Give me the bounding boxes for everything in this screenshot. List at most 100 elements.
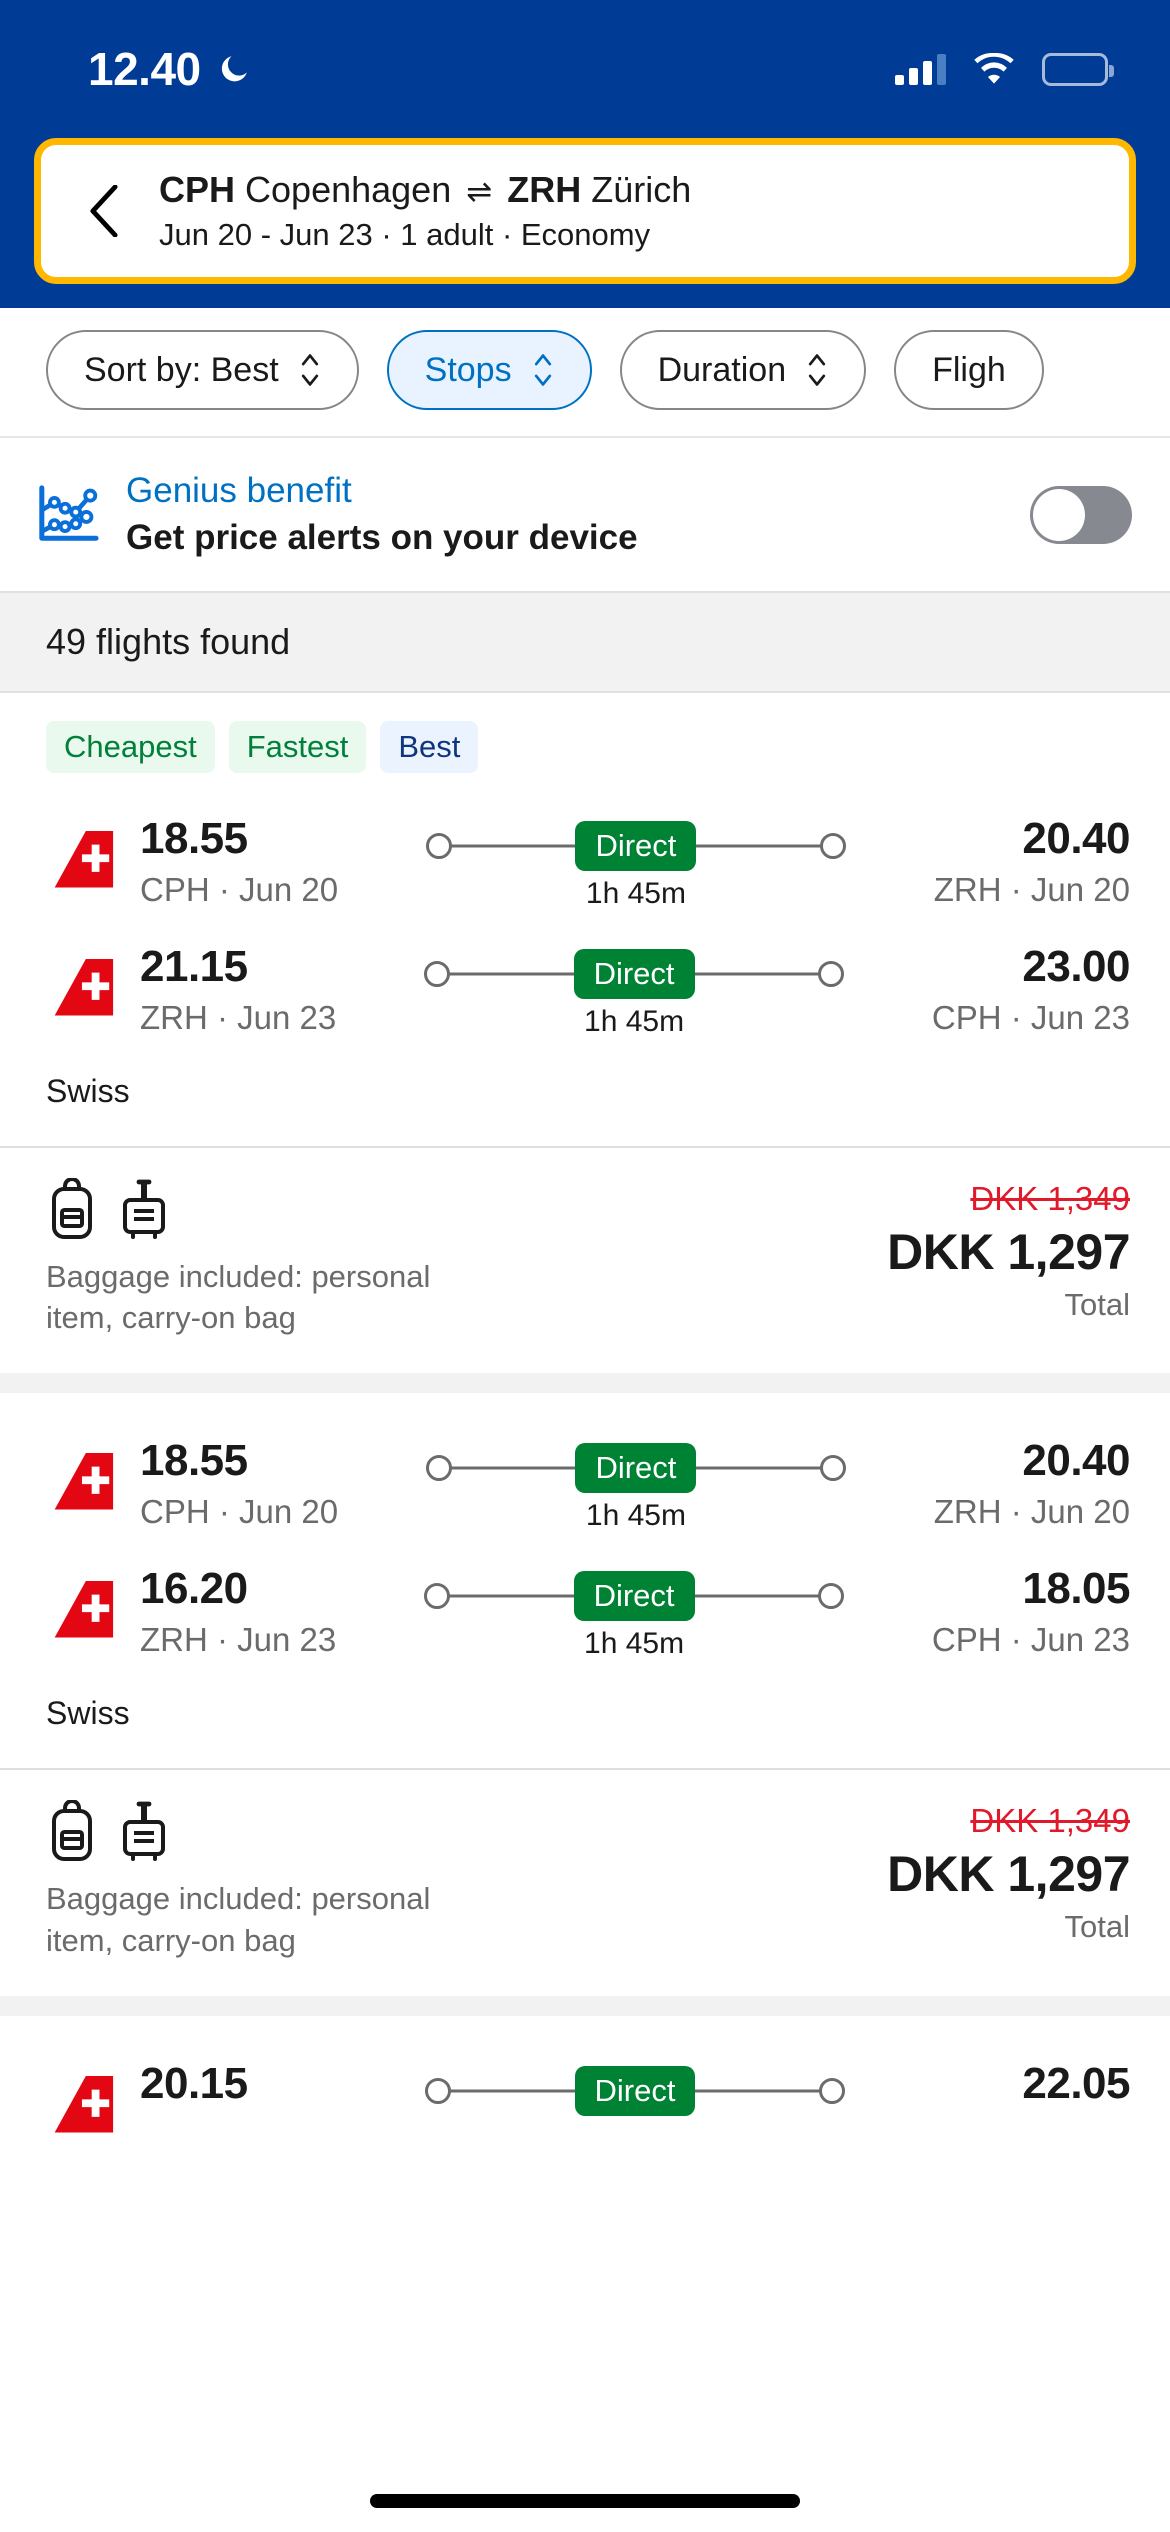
depart-time: 21.15 — [140, 941, 248, 991]
arrive-time: 23.00 — [1022, 941, 1130, 991]
up-down-chevron-icon — [808, 354, 826, 386]
route-bar: Direct — [424, 948, 845, 999]
filter-chip-bar[interactable]: Sort by: Best Stops Duration Fligh — [0, 308, 1170, 438]
depart-time: 16.20 — [140, 1564, 248, 1614]
arrive-airport: CPH · Jun 23 — [931, 1621, 1130, 1659]
leg-duration: 1h 45m — [585, 1499, 686, 1533]
route-dot-origin — [425, 1455, 452, 1482]
flight-leg-outbound: 18.55 CPH · Jun 20 Direct 1h 45m 20.40 Z… — [0, 799, 1170, 927]
filter-chip-label: Stops — [424, 350, 512, 389]
depart-col: 21.15 ZRH · Jun 23 — [140, 941, 337, 1036]
toggle-knob — [1033, 488, 1085, 541]
baggage-icons — [46, 1800, 867, 1864]
stops-badge: Direct — [573, 1571, 695, 1622]
card-price-row: Baggage included: personal item, carry-o… — [0, 1770, 1170, 1996]
status-bar: 12.40 — [0, 0, 1170, 138]
origin-code: CPH — [159, 168, 236, 210]
stops-badge: Direct — [573, 948, 695, 999]
swiss-tail-logo — [54, 2076, 114, 2133]
airline-logo-col — [46, 2062, 122, 2150]
filter-chip-duration[interactable]: Duration — [619, 330, 867, 410]
route-bar: Direct — [425, 1443, 846, 1494]
price-total-label: Total — [1064, 1909, 1130, 1945]
home-indicator[interactable] — [370, 2494, 800, 2508]
airline-logo-col — [46, 945, 122, 1033]
original-price: DKK 1,349 — [970, 1179, 1130, 1217]
card-separator — [0, 1996, 1170, 2017]
arrive-col: 23.00 CPH · Jun 23 — [932, 941, 1131, 1034]
up-down-chevron-icon — [301, 354, 318, 386]
leg-route-col: Direct 1h 45m — [354, 1567, 914, 1659]
genius-benefit-title: Get price alerts on your device — [126, 517, 638, 557]
depart-col: 16.20 ZRH · Jun 23 — [140, 1564, 337, 1659]
flight-card[interactable]: 20.15 Direct 22.05 — [0, 2016, 1170, 2169]
search-summary-text: CPH Copenhagen ⇌ ZRH Zürich Jun 20 - Jun… — [159, 168, 691, 252]
arrive-col: 22.05 — [1022, 2062, 1130, 2118]
price-col: DKK 1,349 DKK 1,297 Total — [887, 1178, 1130, 1320]
filter-chip-stops[interactable]: Stops — [386, 330, 592, 410]
arrive-col: 20.40 ZRH · Jun 20 — [933, 1439, 1131, 1531]
leg-route-col: Direct — [266, 2062, 1005, 2124]
results-count-text: 49 flights found — [46, 621, 291, 662]
depart-airport: ZRH · Jun 23 — [140, 1621, 337, 1659]
arrive-time: 20.40 — [1022, 813, 1130, 863]
trip-meta: Jun 20 - Jun 23 · 1 adult · Economy — [159, 216, 651, 252]
stops-badge: Direct — [575, 1443, 697, 1494]
arrive-col: 20.40 ZRH · Jun 20 — [934, 813, 1131, 906]
swiss-tail-logo — [54, 1581, 114, 1638]
filter-chip-label: Duration — [657, 350, 787, 389]
card-separator — [0, 1373, 1170, 1394]
original-price: DKK 1,349 — [970, 1802, 1130, 1840]
route-dot-origin — [425, 2078, 451, 2105]
search-summary-card[interactable]: CPH Copenhagen ⇌ ZRH Zürich Jun 20 - Jun… — [34, 138, 1136, 284]
arrive-airport: ZRH · Jun 20 — [933, 1493, 1130, 1531]
status-bar-right — [895, 52, 1114, 86]
depart-col: 18.55 CPH · Jun 20 — [140, 1436, 338, 1529]
battery-icon — [1042, 52, 1114, 86]
genius-text: Genius benefit Get price alerts on your … — [126, 471, 1004, 557]
baggage-col: Baggage included: personal item, carry-o… — [46, 1800, 867, 1962]
route-dot-destination — [818, 1583, 845, 1610]
baggage-col: Baggage included: personal item, carry-o… — [46, 1177, 867, 1340]
back-button[interactable] — [67, 174, 141, 248]
swiss-tail-logo — [54, 958, 114, 1016]
destination-code: ZRH — [507, 168, 582, 210]
current-price: DKK 1,297 — [887, 1223, 1130, 1280]
flight-card[interactable]: Cheapest Fastest Best 18.55 CPH · Jun 20 — [0, 693, 1170, 1374]
route-bar: Direct — [424, 1571, 845, 1622]
price-alerts-toggle[interactable] — [1030, 485, 1132, 544]
chevron-left-icon — [90, 185, 118, 237]
route-dot-destination — [819, 832, 846, 859]
leg-duration: 1h 45m — [584, 1004, 685, 1038]
depart-airport: ZRH · Jun 23 — [140, 998, 337, 1036]
flight-badges: Cheapest Fastest Best — [0, 721, 1170, 799]
leg-route-col: Direct 1h 45m — [356, 817, 916, 909]
depart-time: 18.55 — [140, 1436, 248, 1486]
cellular-signal-icon — [895, 53, 946, 85]
swiss-tail-logo — [54, 1453, 114, 1510]
route-dot-destination — [819, 1455, 846, 1482]
origin-city: Copenhagen — [245, 168, 452, 210]
wifi-icon — [974, 53, 1014, 84]
route-dot-destination — [819, 2078, 845, 2105]
flight-card[interactable]: 18.55 CPH · Jun 20 Direct 1h 45m 20.40 Z… — [0, 1393, 1170, 1997]
flight-leg-outbound: 18.55 CPH · Jun 20 Direct 1h 45m 20.40 Z… — [0, 1421, 1170, 1549]
route-dot-destination — [818, 960, 845, 987]
price-col: DKK 1,349 DKK 1,297 Total — [887, 1800, 1130, 1942]
filter-chip-sort[interactable]: Sort by: Best — [46, 330, 359, 410]
app-screen: 12.40 CPH Copenhagen ⇌ ZRH Zürich Jun 20… — [0, 0, 1170, 2532]
route-line: CPH Copenhagen ⇌ ZRH Zürich — [159, 168, 691, 210]
flight-leg-return: 21.15 ZRH · Jun 23 Direct 1h 45m 23.00 C… — [0, 927, 1170, 1055]
backpack-icon — [52, 1177, 92, 1239]
genius-benefit-banner[interactable]: Genius benefit Get price alerts on your … — [0, 438, 1170, 591]
leg-route-col: Direct 1h 45m — [356, 1439, 916, 1531]
stops-badge: Direct — [574, 2065, 696, 2117]
depart-airport: CPH · Jun 20 — [140, 870, 339, 908]
swiss-tail-logo — [54, 830, 114, 888]
airline-name: Swiss — [46, 1072, 130, 1109]
depart-time: 18.55 — [140, 813, 248, 863]
route-dot-origin — [424, 960, 451, 987]
carry-on-bag-icon — [123, 1801, 165, 1862]
filter-chip-flight-times[interactable]: Fligh — [894, 330, 1044, 410]
airline-logo-col — [46, 817, 122, 905]
